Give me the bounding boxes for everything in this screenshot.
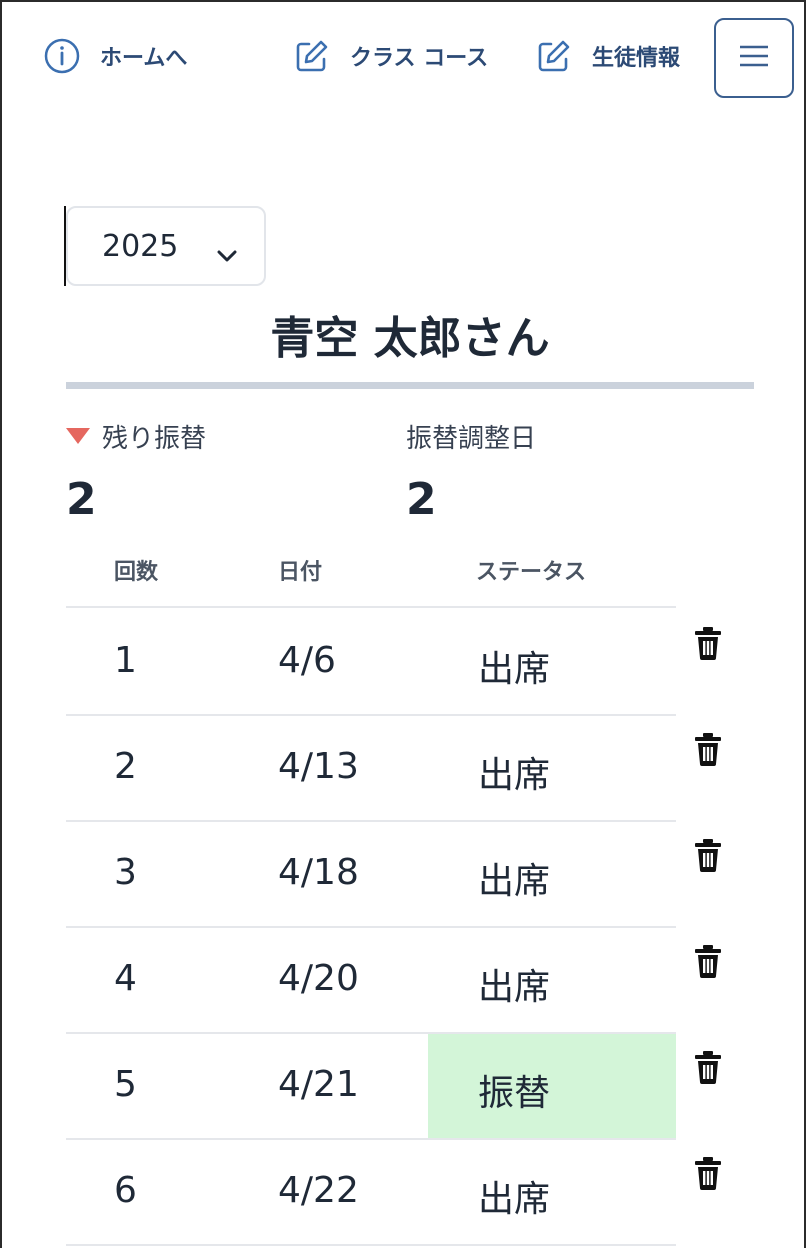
menu-button[interactable] [714, 18, 794, 98]
trash-icon[interactable] [692, 838, 724, 872]
chevron-down-icon [216, 236, 238, 271]
table-row: 2 4/13 出席 [66, 716, 756, 822]
row-date: 4/18 [278, 852, 359, 893]
row-status[interactable]: 出席 [478, 746, 550, 798]
status-cell-bg [428, 822, 676, 926]
trash-icon[interactable] [692, 944, 724, 978]
header-count: 回数 [114, 560, 159, 585]
row-count: 2 [114, 746, 137, 787]
table-row: 3 4/18 出席 [66, 822, 756, 928]
app-frame: ホームへ クラス コース 生徒情報 2025 青空 太郎さん 残り振替 2 振替… [0, 0, 806, 1248]
table-row: 4 4/20 出席 [66, 928, 756, 1034]
row-count: 5 [114, 1064, 137, 1105]
header-status: ステータス [476, 560, 587, 585]
remaining-makeup-value: 2 [66, 474, 97, 525]
trash-icon[interactable] [692, 626, 724, 660]
year-select[interactable]: 2025 [66, 206, 266, 286]
nav-class-course-link[interactable]: クラス コース [292, 32, 488, 80]
nav-home-label: ホームへ [100, 46, 188, 71]
nav-home-link[interactable]: ホームへ [42, 32, 187, 80]
trash-icon[interactable] [692, 1050, 724, 1084]
row-status[interactable]: 出席 [478, 958, 550, 1010]
makeup-adjust-stat: 振替調整日 2 [406, 418, 537, 526]
edit-icon [534, 36, 574, 76]
triangle-down-icon [66, 428, 90, 444]
attendance-table-header: 回数 日付 ステータス [66, 548, 676, 608]
row-status[interactable]: 出席 [478, 852, 550, 904]
row-date: 4/6 [278, 640, 336, 681]
status-cell-bg [428, 928, 676, 1032]
row-status[interactable]: 振替 [478, 1064, 550, 1116]
status-cell-bg [428, 610, 676, 714]
row-date: 4/22 [278, 1170, 359, 1211]
makeup-adjust-label: 振替調整日 [406, 423, 537, 454]
trash-icon[interactable] [692, 1156, 724, 1190]
nav-class-course-label: クラス コース [350, 46, 489, 71]
nav-student-info-link[interactable]: 生徒情報 [534, 32, 680, 80]
row-status[interactable]: 出席 [478, 1170, 550, 1222]
edit-icon [292, 36, 332, 76]
status-cell-bg [428, 716, 676, 820]
student-name-heading: 青空 太郎さん [270, 313, 550, 364]
row-date: 4/20 [278, 958, 359, 999]
status-cell-bg [428, 1140, 676, 1244]
year-select-wrapper: 2025 [64, 206, 266, 286]
makeup-adjust-value: 2 [406, 474, 437, 525]
row-count: 6 [114, 1170, 137, 1211]
row-count: 4 [114, 958, 137, 999]
row-date: 4/13 [278, 746, 359, 787]
table-row: 6 4/22 出席 [66, 1140, 756, 1246]
row-count: 3 [114, 852, 137, 893]
remaining-makeup-label-wrap: 残り振替 [66, 418, 206, 454]
row-date: 4/21 [278, 1064, 359, 1105]
row-divider [66, 1244, 676, 1246]
status-cell-bg [428, 1034, 676, 1138]
row-count: 1 [114, 640, 137, 681]
top-nav: ホームへ クラス コース 生徒情報 [2, 2, 804, 112]
info-icon [42, 36, 82, 76]
header-date: 日付 [278, 560, 323, 585]
remaining-makeup-label: 残り振替 [102, 423, 207, 454]
table-row: 1 4/6 出席 [66, 610, 756, 716]
heading-divider [66, 382, 754, 389]
trash-icon[interactable] [692, 732, 724, 766]
year-select-value: 2025 [102, 228, 179, 264]
table-row: 5 4/21 振替 [66, 1034, 756, 1140]
row-status[interactable]: 出席 [478, 640, 550, 692]
hamburger-icon [739, 45, 769, 71]
attendance-table-body: 1 4/6 出席 2 4/13 出席 3 4/18 出席 4 4/20 出席 5… [66, 610, 756, 1246]
nav-student-info-label: 生徒情報 [592, 46, 681, 71]
remaining-makeup-stat: 残り振替 2 [66, 418, 206, 525]
